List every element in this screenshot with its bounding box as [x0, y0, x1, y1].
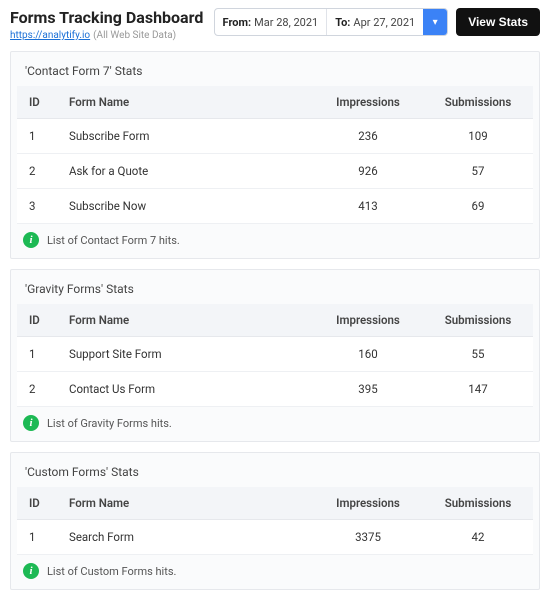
cell-submissions: 42: [423, 520, 533, 555]
column-header-submissions: Submissions: [423, 487, 533, 520]
date-to-value: Apr 27, 2021: [353, 16, 415, 29]
info-icon: i: [23, 232, 39, 248]
stats-table: IDForm NameImpressionsSubmissions1Subscr…: [17, 86, 533, 224]
column-header-form_name: Form Name: [57, 304, 313, 337]
view-stats-button[interactable]: View Stats: [456, 8, 540, 36]
stats-panel: 'Gravity Forms' StatsIDForm NameImpressi…: [10, 269, 540, 442]
cell-name: Subscribe Form: [57, 119, 313, 154]
table-row: 1Support Site Form16055: [17, 337, 533, 372]
column-header-form_name: Form Name: [57, 86, 313, 119]
table-row: 2Contact Us Form395147: [17, 372, 533, 407]
page-title: Forms Tracking Dashboard: [10, 8, 206, 27]
table-row: 2Ask for a Quote92657: [17, 154, 533, 189]
cell-impressions: 395: [313, 372, 423, 407]
cell-name: Support Site Form: [57, 337, 313, 372]
column-header-id: ID: [17, 86, 57, 119]
date-range-picker[interactable]: From: Mar 28, 2021 To: Apr 27, 2021 ▾: [214, 8, 449, 36]
cell-impressions: 413: [313, 189, 423, 224]
panel-footer-text: List of Gravity Forms hits.: [47, 417, 172, 430]
cell-id: 2: [17, 154, 57, 189]
site-link[interactable]: https://analytify.io: [10, 30, 90, 41]
date-dropdown-button[interactable]: ▾: [423, 9, 447, 35]
cell-impressions: 236: [313, 119, 423, 154]
panel-footer-text: List of Custom Forms hits.: [47, 565, 176, 578]
cell-name: Subscribe Now: [57, 189, 313, 224]
table-row: 3Subscribe Now41369: [17, 189, 533, 224]
column-header-impressions: Impressions: [313, 487, 423, 520]
cell-id: 1: [17, 520, 57, 555]
column-header-impressions: Impressions: [313, 86, 423, 119]
cell-name: Search Form: [57, 520, 313, 555]
info-icon: i: [23, 563, 39, 579]
column-header-submissions: Submissions: [423, 304, 533, 337]
panel-footer-text: List of Contact Form 7 hits.: [47, 234, 180, 247]
cell-id: 3: [17, 189, 57, 224]
panel-footer: i List of Custom Forms hits.: [17, 555, 533, 583]
column-header-submissions: Submissions: [423, 86, 533, 119]
cell-impressions: 160: [313, 337, 423, 372]
date-from-label: From:: [223, 16, 252, 29]
cell-submissions: 69: [423, 189, 533, 224]
date-to-label: To:: [335, 16, 350, 29]
cell-impressions: 3375: [313, 520, 423, 555]
panel-footer: i List of Gravity Forms hits.: [17, 407, 533, 435]
panel-title: 'Contact Form 7' Stats: [17, 58, 533, 86]
panel-title: 'Gravity Forms' Stats: [17, 276, 533, 304]
cell-name: Contact Us Form: [57, 372, 313, 407]
cell-submissions: 109: [423, 119, 533, 154]
cell-submissions: 55: [423, 337, 533, 372]
cell-submissions: 147: [423, 372, 533, 407]
site-data-note: (All Web Site Data): [93, 30, 176, 41]
column-header-id: ID: [17, 304, 57, 337]
column-header-id: ID: [17, 487, 57, 520]
cell-id: 2: [17, 372, 57, 407]
cell-name: Ask for a Quote: [57, 154, 313, 189]
date-from-value: Mar 28, 2021: [254, 16, 318, 29]
stats-panel: 'Contact Form 7' StatsIDForm NameImpress…: [10, 51, 540, 259]
panels-container: 'Contact Form 7' StatsIDForm NameImpress…: [0, 45, 550, 610]
panel-title: 'Custom Forms' Stats: [17, 459, 533, 487]
column-header-impressions: Impressions: [313, 304, 423, 337]
panel-footer: i List of Contact Form 7 hits.: [17, 224, 533, 252]
page-header: Forms Tracking Dashboard https://analyti…: [0, 0, 550, 45]
cell-submissions: 57: [423, 154, 533, 189]
info-icon: i: [23, 415, 39, 431]
cell-id: 1: [17, 119, 57, 154]
stats-table: IDForm NameImpressionsSubmissions1Suppor…: [17, 304, 533, 407]
stats-panel: 'Custom Forms' StatsIDForm NameImpressio…: [10, 452, 540, 590]
table-row: 1Subscribe Form236109: [17, 119, 533, 154]
chevron-down-icon: ▾: [433, 17, 438, 28]
cell-id: 1: [17, 337, 57, 372]
stats-table: IDForm NameImpressionsSubmissions1Search…: [17, 487, 533, 555]
column-header-form_name: Form Name: [57, 487, 313, 520]
table-row: 1Search Form337542: [17, 520, 533, 555]
cell-impressions: 926: [313, 154, 423, 189]
